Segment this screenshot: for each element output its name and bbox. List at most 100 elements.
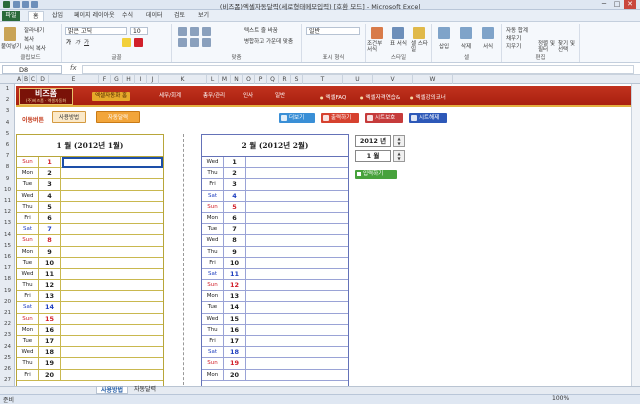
delete-cells-button[interactable]: 삭제 [461, 42, 471, 50]
row-header-8[interactable]: 8 [0, 164, 15, 170]
tab-formulas[interactable]: 수식 [118, 11, 137, 21]
close-button[interactable]: ✕ [624, 0, 636, 9]
row-header-15[interactable]: 15 [0, 243, 15, 249]
memo-cell[interactable] [61, 168, 163, 178]
memo-cell[interactable] [246, 314, 348, 324]
sort-filter-button[interactable]: 정렬 및 필터 [538, 41, 558, 53]
column-header-k[interactable]: K [159, 75, 207, 84]
column-header-h[interactable]: H [123, 75, 135, 84]
row-header-5[interactable]: 5 [0, 131, 15, 137]
column-header-w[interactable]: W [413, 75, 453, 84]
fill-color-icon[interactable] [122, 38, 131, 47]
row-header-18[interactable]: 18 [0, 276, 15, 282]
column-header-b[interactable]: B [23, 75, 30, 84]
merge-center-button[interactable]: 병합하고 가운데 맞춤 [244, 37, 293, 45]
tab-data[interactable]: 데이터 [142, 11, 167, 21]
format-as-table-button[interactable]: 표 서식 [390, 41, 411, 47]
find-select-button[interactable]: 찾기 및 선택 [558, 41, 580, 53]
memo-cell[interactable] [61, 370, 163, 380]
cut-button[interactable]: 잘라내기 [24, 26, 44, 34]
row-header-20[interactable]: 20 [0, 299, 15, 305]
row-header-22[interactable]: 22 [0, 321, 15, 327]
memo-cell[interactable] [246, 191, 348, 201]
row-header-14[interactable]: 14 [0, 232, 15, 238]
row-header-27[interactable]: 27 [0, 377, 15, 383]
row-header-6[interactable]: 6 [0, 142, 15, 148]
row-header-24[interactable]: 24 [0, 344, 15, 350]
memo-cell[interactable] [61, 191, 163, 201]
memo-cell[interactable] [246, 302, 348, 312]
memo-cell[interactable] [61, 258, 163, 268]
row-header-25[interactable]: 25 [0, 355, 15, 361]
memo-cell[interactable] [246, 280, 348, 290]
row-header-12[interactable]: 12 [0, 209, 15, 215]
auto-calendar-button[interactable]: 자동달력 [96, 111, 140, 123]
italic-button[interactable]: 가 [75, 38, 80, 46]
memo-cell[interactable] [61, 235, 163, 245]
memo-cell[interactable] [246, 213, 348, 223]
align-center-icon[interactable] [190, 38, 199, 47]
row-header-3[interactable]: 3 [0, 108, 15, 114]
wrap-text-button[interactable]: 텍스트 줄 바꿈 [244, 26, 278, 34]
name-box[interactable]: D8 [2, 65, 62, 74]
month-spinner[interactable]: ▲ ▼ [393, 150, 405, 162]
font-size-select[interactable]: 10 [130, 27, 148, 35]
row-header-17[interactable]: 17 [0, 265, 15, 271]
row-header-9[interactable]: 9 [0, 176, 15, 182]
row-header-4[interactable]: 4 [0, 120, 15, 126]
usage-button[interactable]: 사용방법 [52, 111, 86, 123]
memo-cell[interactable] [246, 291, 348, 301]
memo-cell[interactable] [246, 258, 348, 268]
minimize-button[interactable]: ─ [598, 0, 610, 9]
memo-cell[interactable] [246, 168, 348, 178]
column-header-r[interactable]: R [279, 75, 291, 84]
sheet-protect-button[interactable]: 시트보호 [365, 113, 403, 123]
column-header-o[interactable]: O [243, 75, 255, 84]
copy-button[interactable]: 복사 [24, 35, 34, 43]
memo-cell[interactable] [246, 179, 348, 189]
tab-page-layout[interactable]: 페이지 레이아웃 [70, 11, 119, 21]
link-excel-lecture[interactable]: 엑셀강의코너 [410, 93, 446, 101]
vertical-scrollbar[interactable] [631, 84, 640, 386]
column-header-u[interactable]: U [343, 75, 373, 84]
format-cells-button[interactable]: 서식 [483, 42, 493, 50]
memo-cell[interactable] [246, 247, 348, 257]
memo-cell[interactable] [61, 358, 163, 368]
cell-styles-button[interactable]: 셀 스타일 [411, 41, 432, 53]
column-header-v[interactable]: V [373, 75, 413, 84]
column-header-e[interactable]: E [49, 75, 99, 84]
column-header-t[interactable]: T [303, 75, 343, 84]
memo-cell[interactable] [61, 179, 163, 189]
align-bottom-icon[interactable] [202, 27, 211, 36]
insert-cells-button[interactable]: 삽입 [439, 42, 449, 50]
memo-cell[interactable] [246, 358, 348, 368]
link-excel-practice[interactable]: 엑셀자격연습& [360, 93, 401, 101]
row-header-16[interactable]: 16 [0, 254, 15, 260]
memo-cell[interactable] [61, 247, 163, 257]
sheet-unprotect-button[interactable]: 시트해제 [409, 113, 447, 123]
memo-cell[interactable] [246, 157, 348, 167]
memo-cell[interactable] [246, 347, 348, 357]
memo-cell[interactable] [61, 325, 163, 335]
nav-hr[interactable]: 인사 [240, 92, 256, 101]
row-header-21[interactable]: 21 [0, 310, 15, 316]
column-header-q[interactable]: Q [267, 75, 279, 84]
underline-button[interactable]: 가 [84, 38, 89, 46]
formula-input[interactable] [82, 65, 634, 74]
column-header-l[interactable]: L [207, 75, 219, 84]
column-header-f[interactable]: F [99, 75, 111, 84]
column-header-n[interactable]: N [231, 75, 243, 84]
conditional-format-button[interactable]: 조건부 서식 [367, 41, 388, 53]
column-header-d[interactable]: D [37, 75, 49, 84]
tab-view[interactable]: 보기 [194, 11, 213, 21]
number-format-select[interactable]: 일반 [306, 27, 360, 35]
fill-button[interactable]: 채우기 [506, 34, 521, 42]
memo-cell[interactable] [61, 269, 163, 279]
memo-cell[interactable] [61, 291, 163, 301]
align-top-icon[interactable] [178, 27, 187, 36]
selected-cell-d8[interactable] [62, 157, 163, 168]
row-header-13[interactable]: 13 [0, 220, 15, 226]
column-header-p[interactable]: P [255, 75, 267, 84]
memo-cell[interactable] [61, 224, 163, 234]
memo-cell[interactable] [61, 302, 163, 312]
